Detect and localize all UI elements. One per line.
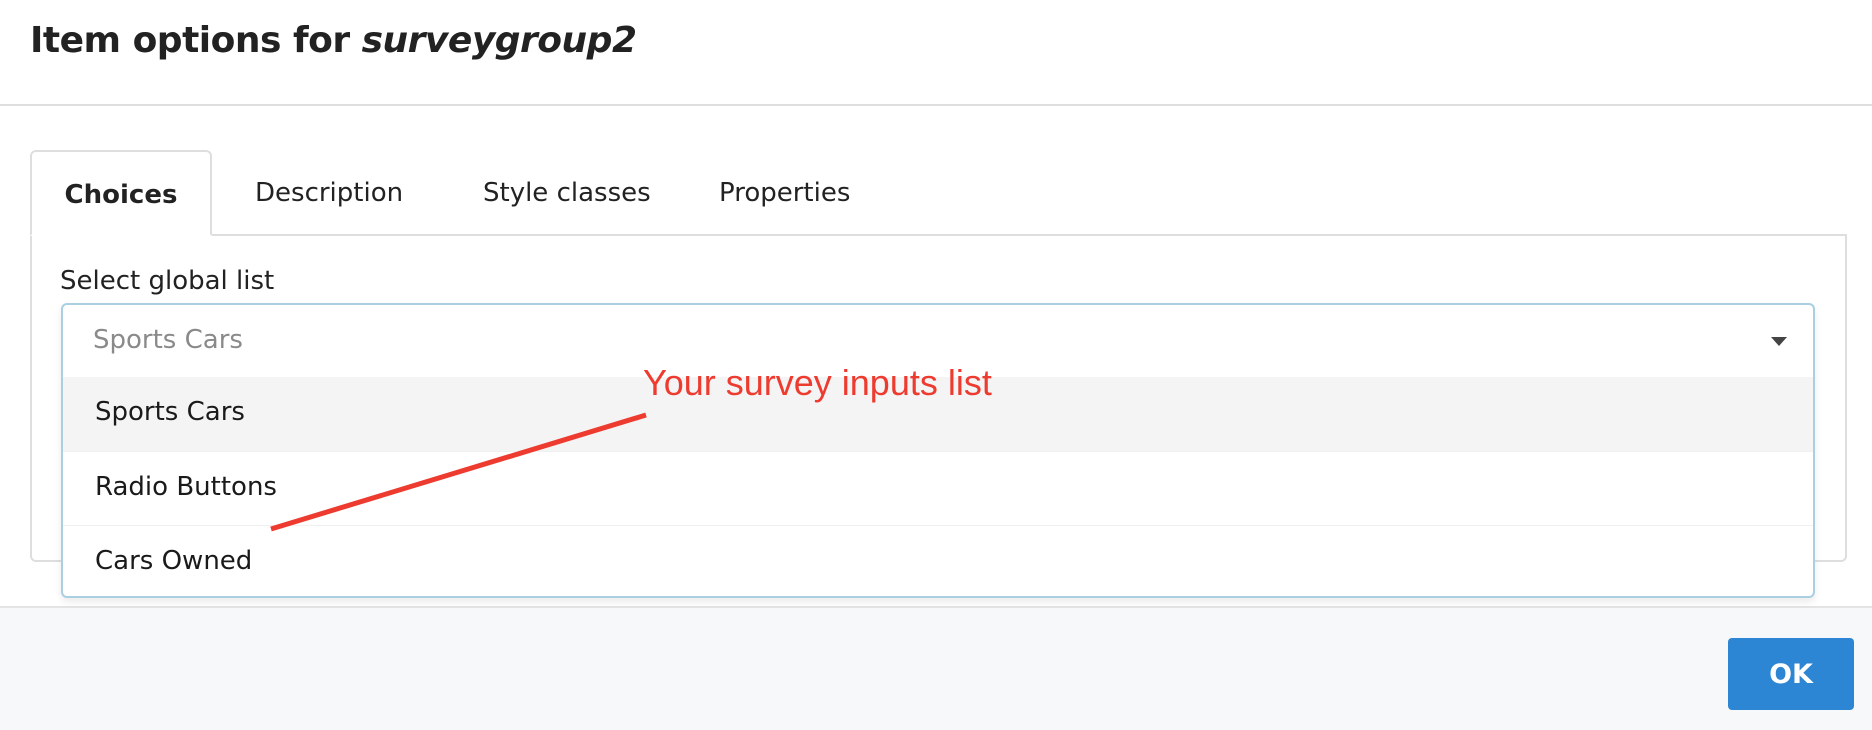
tab-properties-label: Properties [719,178,851,208]
tab-choices[interactable]: Choices [30,150,212,236]
annotation-text: Your survey inputs list [643,362,992,403]
tab-properties[interactable]: Properties [719,150,850,236]
dropdown-option-radio-buttons[interactable]: Radio Buttons [63,451,1813,525]
item-options-dialog: Item options for surveygroup2 Choices De… [0,0,1872,730]
tab-description[interactable]: Description [255,150,403,236]
dropdown-option-label: Radio Buttons [95,472,277,502]
dropdown-option-label: Cars Owned [95,546,253,576]
dialog-title: Item options for surveygroup2 [30,20,637,61]
tab-choices-label: Choices [64,180,178,210]
dialog-header: Item options for surveygroup2 [0,0,1872,106]
global-list-selected-value: Sports Cars [93,325,243,355]
dropdown-option-cars-owned[interactable]: Cars Owned [63,525,1813,596]
dialog-title-object: surveygroup2 [361,20,637,61]
global-list-select[interactable]: Sports Cars Sports Cars Radio Buttons Ca… [61,303,1815,598]
dialog-title-prefix: Item options for [30,20,362,61]
ok-button[interactable]: OK [1728,638,1854,710]
dialog-footer: OK [0,606,1872,730]
tab-description-label: Description [255,178,404,208]
dropdown-option-label: Sports Cars [95,397,245,427]
tab-style-classes-label: Style classes [483,178,651,208]
tab-style-classes[interactable]: Style classes [483,150,651,236]
chevron-down-icon[interactable] [1771,337,1787,346]
global-list-label: Select global list [60,266,275,296]
